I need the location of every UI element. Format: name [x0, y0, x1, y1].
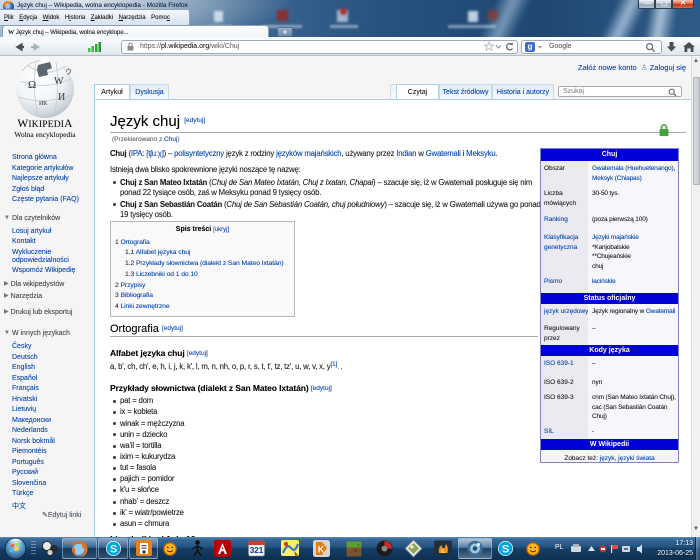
svg-text:W: W — [54, 76, 64, 87]
svg-text:ик: ик — [39, 98, 47, 107]
svg-text:Ω: Ω — [28, 79, 36, 91]
svg-text:S: S — [502, 544, 509, 556]
svg-text:S: S — [110, 544, 117, 556]
svg-text:И: И — [58, 92, 65, 103]
svg-text:K: K — [318, 545, 325, 555]
svg-text:ウ: ウ — [65, 68, 72, 76]
svg-text:321: 321 — [250, 546, 264, 555]
